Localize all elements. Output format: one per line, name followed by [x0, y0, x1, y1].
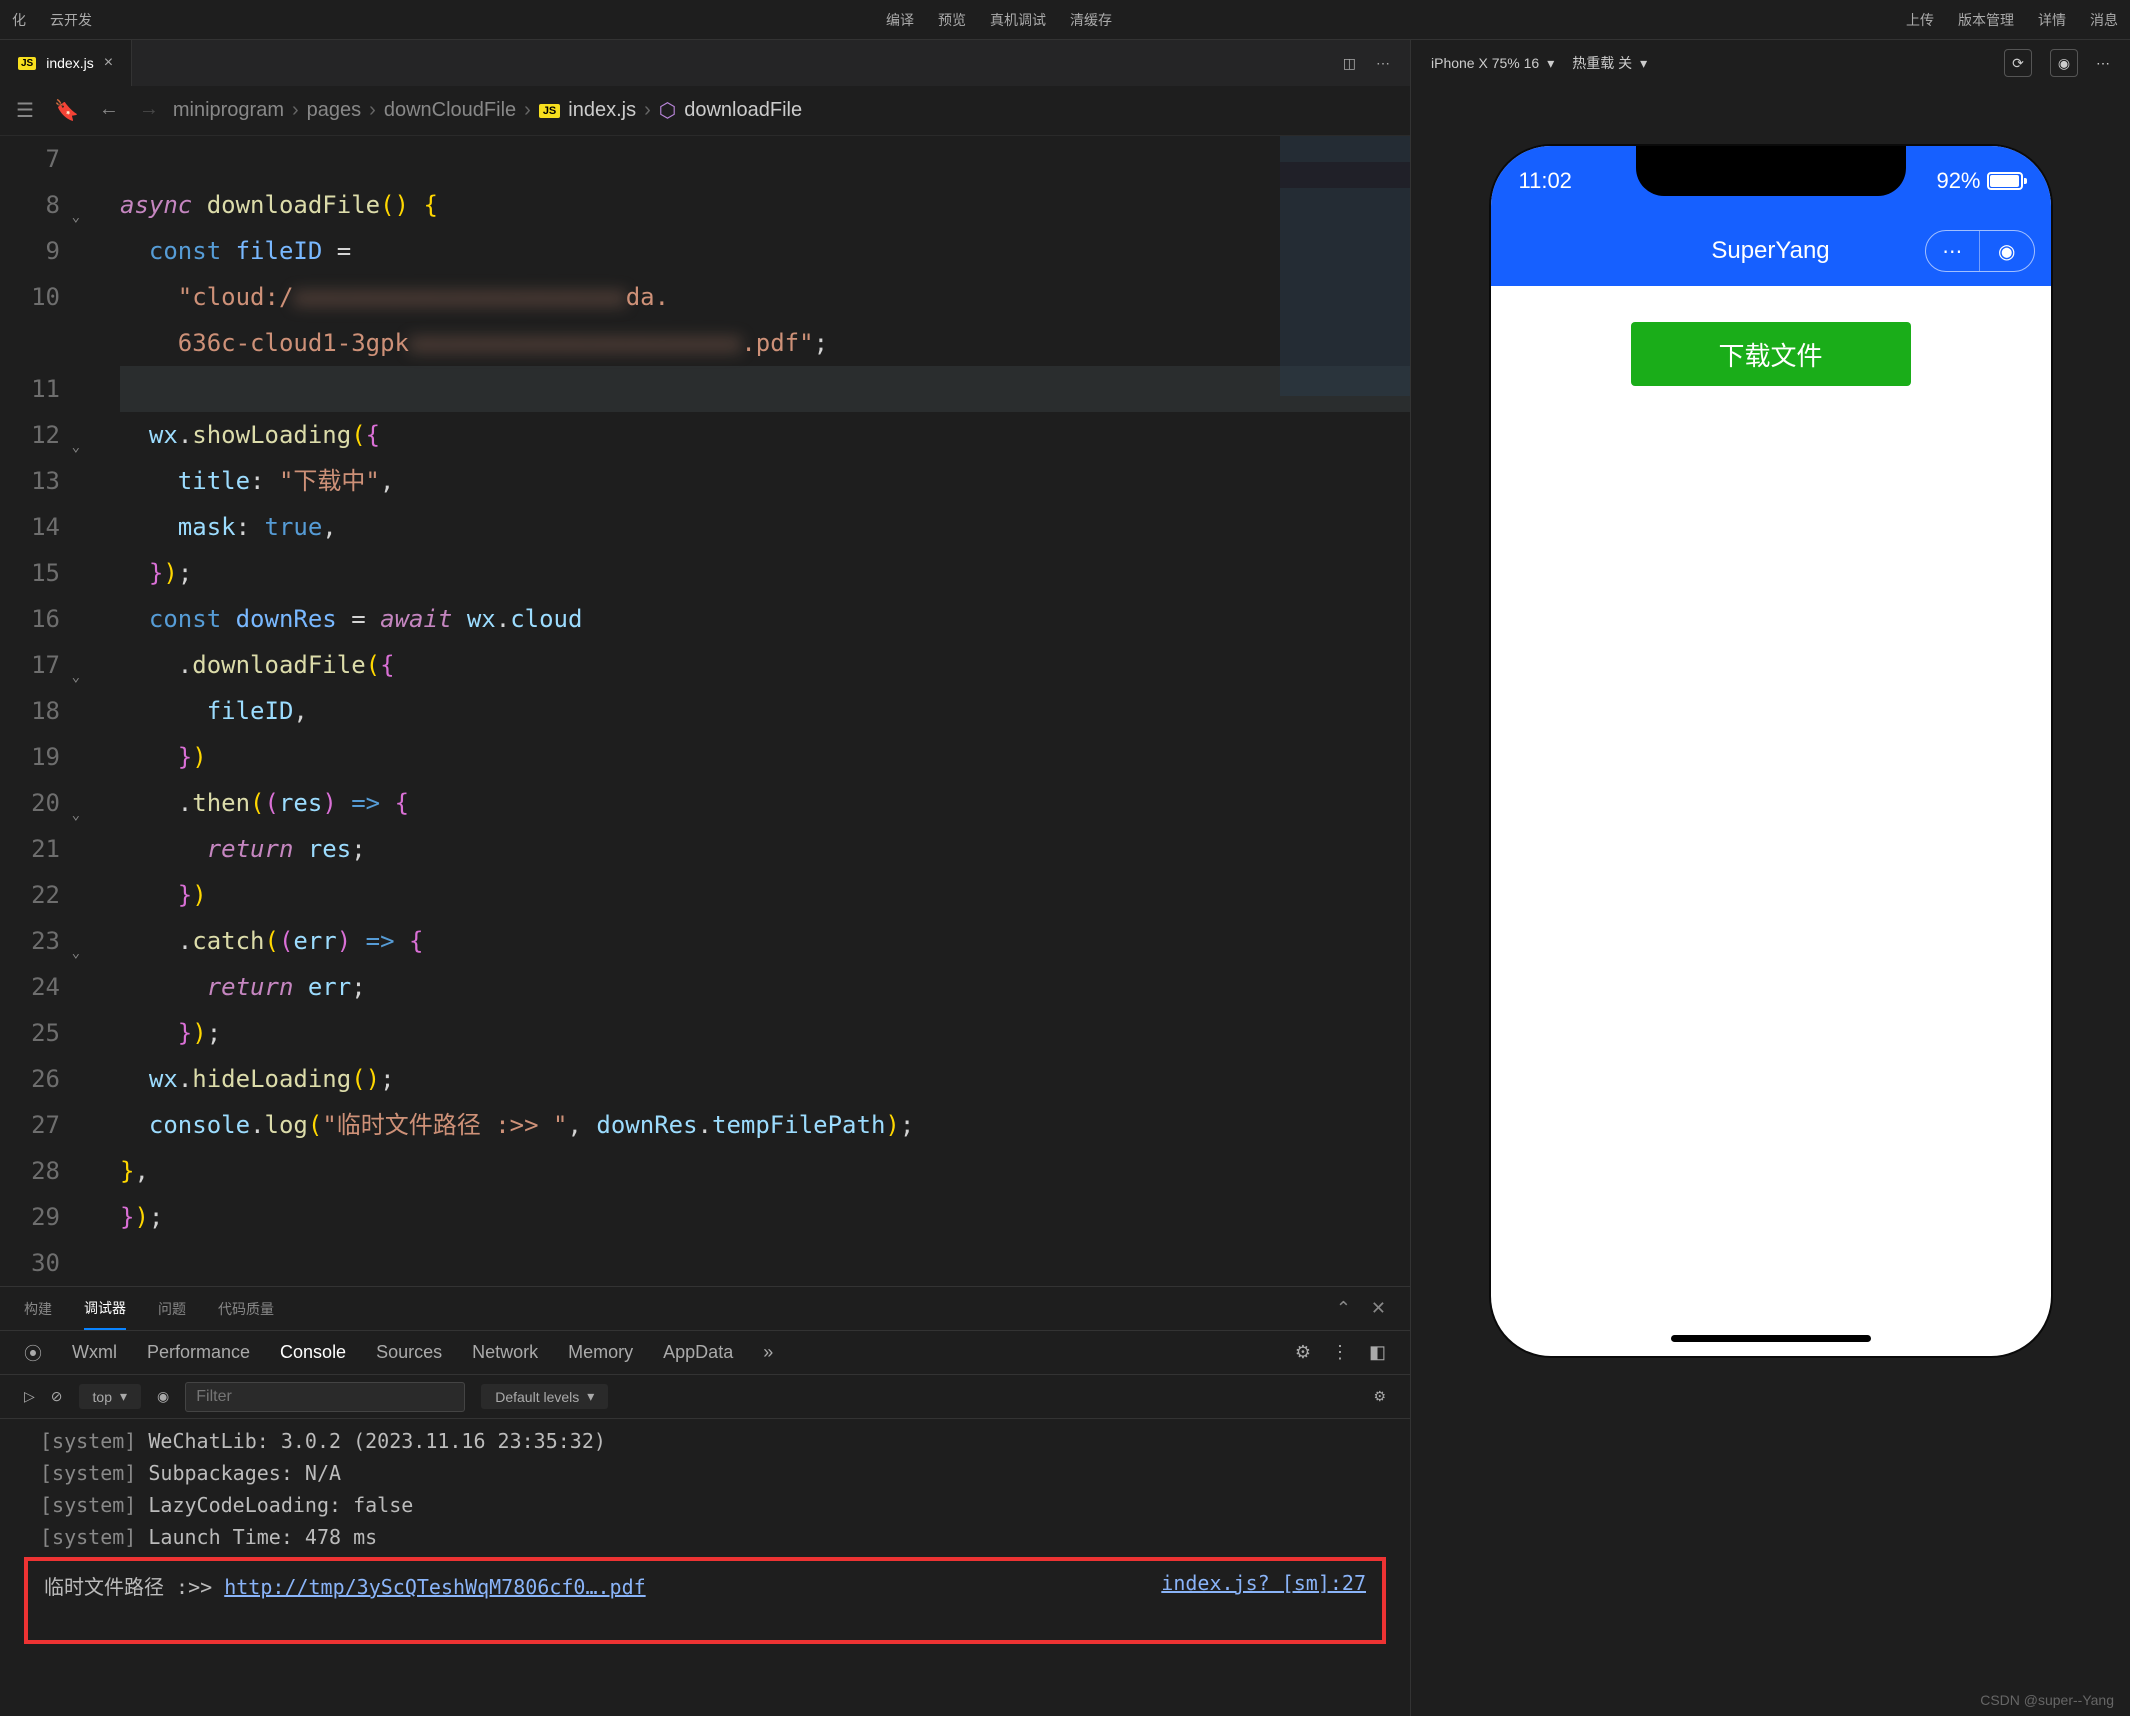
- simulator-stage: 11:02 92% SuperYang ⋯ ◉ 下载文件: [1411, 86, 2130, 1716]
- app-navbar: SuperYang ⋯ ◉: [1491, 216, 2051, 286]
- devtools-appdata[interactable]: AppData: [663, 1342, 733, 1363]
- simulator-header: iPhone X 75% 16 ▾ 热重载 关 ▾ ⟳ ◉ ⋯: [1411, 40, 2130, 86]
- tab-active[interactable]: JS index.js ×: [0, 40, 132, 86]
- devtools-memory[interactable]: Memory: [568, 1342, 633, 1363]
- inspect-icon[interactable]: ⦿: [24, 1340, 42, 1366]
- hot-reload-toggle[interactable]: 热重载 关 ▾: [1572, 53, 1647, 73]
- gear-icon[interactable]: ⚙: [1373, 1388, 1386, 1404]
- devtools-more-icon[interactable]: »: [763, 1342, 773, 1363]
- kebab-icon[interactable]: ⋮: [1331, 1342, 1349, 1363]
- panel-tab-quality[interactable]: 代码质量: [218, 1289, 274, 1329]
- crumb[interactable]: downCloudFile: [384, 99, 516, 122]
- capsule-menu-icon[interactable]: ⋯: [1926, 231, 1981, 271]
- console-toolbar: ▷ ⊘ top ▾ ◉ Default levels ▾ ⚙: [0, 1375, 1410, 1419]
- tab-filename: index.js: [46, 55, 93, 71]
- devtools-wxml[interactable]: Wxml: [72, 1342, 117, 1363]
- menu-clear-cache[interactable]: 清缓存: [1070, 10, 1112, 30]
- more-icon[interactable]: ⋯: [2096, 55, 2110, 72]
- menu-item[interactable]: 云开发: [50, 10, 92, 30]
- console-output[interactable]: [system] WeChatLib: 3.0.2 (2023.11.16 23…: [0, 1419, 1410, 1716]
- menu-messages[interactable]: 消息: [2090, 10, 2118, 30]
- chevron-down-icon: ▾: [120, 1388, 127, 1405]
- stop-icon[interactable]: ◉: [2050, 49, 2078, 77]
- chevron-down-icon: ▾: [1640, 55, 1647, 72]
- refresh-icon[interactable]: ⟳: [2004, 49, 2032, 77]
- forward-icon[interactable]: →: [139, 98, 159, 123]
- split-editor-icon[interactable]: ◫: [1343, 55, 1356, 72]
- editor-tabs: JS index.js × ◫ ⋯: [0, 40, 1410, 86]
- menu-item[interactable]: 化: [12, 10, 26, 30]
- battery-icon: [1987, 172, 2023, 190]
- device-select[interactable]: iPhone X 75% 16 ▾: [1431, 55, 1554, 72]
- watermark: CSDN @super--Yang: [1980, 1692, 2114, 1708]
- crumb[interactable]: index.js: [568, 99, 636, 122]
- home-indicator: [1671, 1335, 1871, 1342]
- download-button[interactable]: 下载文件: [1631, 322, 1911, 386]
- play-icon[interactable]: ▷: [24, 1388, 35, 1405]
- cube-icon: ⬡: [659, 98, 676, 123]
- menubar: 化 云开发 编译 预览 真机调试 清缓存 上传 版本管理 详情 消息: [0, 0, 2130, 40]
- status-time: 11:02: [1519, 168, 1572, 194]
- capsule-button[interactable]: ⋯ ◉: [1925, 230, 2035, 272]
- devtools-sources[interactable]: Sources: [376, 1342, 442, 1363]
- minimap[interactable]: [1280, 136, 1410, 396]
- gear-icon[interactable]: ⚙: [1295, 1342, 1311, 1363]
- menu-details[interactable]: 详情: [2038, 10, 2066, 30]
- js-badge-icon: JS: [18, 57, 36, 70]
- bottom-panel: 构建 调试器 问题 代码质量 ⌃ ✕ ⦿ Wxml Performance Co…: [0, 1286, 1410, 1716]
- app-title: SuperYang: [1711, 237, 1829, 265]
- phone-frame: 11:02 92% SuperYang ⋯ ◉ 下载文件: [1491, 146, 2051, 1356]
- back-icon[interactable]: ←: [99, 98, 119, 123]
- crumb[interactable]: miniprogram: [173, 99, 284, 122]
- eye-icon[interactable]: ◉: [157, 1388, 169, 1405]
- crumb[interactable]: downloadFile: [684, 99, 802, 122]
- close-icon[interactable]: ×: [104, 54, 113, 72]
- crumb[interactable]: pages: [307, 99, 362, 122]
- dock-icon[interactable]: ◧: [1369, 1342, 1386, 1363]
- panel-tab-build[interactable]: 构建: [24, 1289, 52, 1329]
- menu-compile[interactable]: 编译: [886, 10, 914, 30]
- capsule-close-icon[interactable]: ◉: [1980, 231, 2034, 271]
- breadcrumb[interactable]: miniprogram› pages› downCloudFile› JS in…: [173, 98, 802, 123]
- editor-header: ☰ 🔖 ← → miniprogram› pages› downCloudFil…: [0, 86, 1410, 136]
- panel-tab-problems[interactable]: 问题: [158, 1289, 186, 1329]
- filter-input[interactable]: [185, 1382, 465, 1412]
- panel-tab-debugger[interactable]: 调试器: [84, 1288, 126, 1330]
- levels-select[interactable]: Default levels ▾: [481, 1384, 608, 1409]
- close-icon[interactable]: ✕: [1371, 1298, 1386, 1319]
- devtools-console[interactable]: Console: [280, 1342, 346, 1363]
- chevron-down-icon: ▾: [587, 1388, 594, 1405]
- list-icon[interactable]: ☰: [16, 98, 34, 123]
- js-badge-icon: JS: [539, 104, 560, 118]
- devtools-network[interactable]: Network: [472, 1342, 538, 1363]
- code-editor[interactable]: 78⌄9101112⌄1314151617⌄181920⌄212223⌄2425…: [0, 136, 1410, 1286]
- more-icon[interactable]: ⋯: [1376, 55, 1390, 72]
- clear-console-icon[interactable]: ⊘: [51, 1388, 63, 1405]
- bookmark-icon[interactable]: 🔖: [54, 98, 79, 123]
- menu-preview[interactable]: 预览: [938, 10, 966, 30]
- devtools-tabs: ⦿ Wxml Performance Console Sources Netwo…: [0, 1331, 1410, 1375]
- panel-tabs: 构建 调试器 问题 代码质量 ⌃ ✕: [0, 1287, 1410, 1331]
- menu-upload[interactable]: 上传: [1906, 10, 1934, 30]
- status-battery: 92%: [1936, 168, 2022, 194]
- collapse-icon[interactable]: ⌃: [1336, 1298, 1351, 1319]
- chevron-down-icon: ▾: [1547, 55, 1554, 72]
- menu-version[interactable]: 版本管理: [1958, 10, 2014, 30]
- menu-device-debug[interactable]: 真机调试: [990, 10, 1046, 30]
- devtools-performance[interactable]: Performance: [147, 1342, 250, 1363]
- context-select[interactable]: top ▾: [79, 1384, 142, 1409]
- phone-notch: [1636, 146, 1906, 196]
